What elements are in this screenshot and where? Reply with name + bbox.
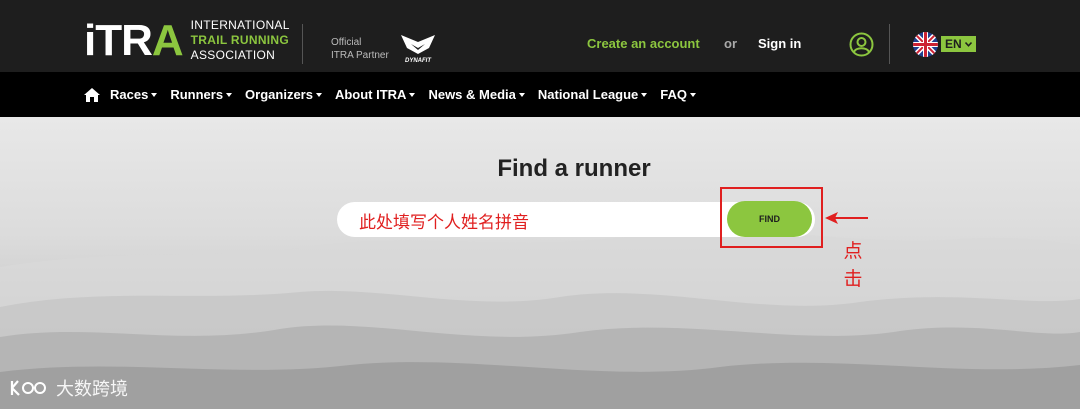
header-divider-right xyxy=(889,24,890,64)
logo-main-text: iTR xyxy=(84,15,153,65)
user-account-icon[interactable] xyxy=(849,32,874,57)
language-selector[interactable]: EN xyxy=(941,36,976,52)
top-header: iTR A INTERNATIONAL TRAIL RUNNING ASSOCIA… xyxy=(0,0,1080,72)
logo-tag-line2: TRAIL RUNNING xyxy=(190,33,290,47)
page-title: Find a runner xyxy=(497,155,651,182)
home-icon[interactable] xyxy=(84,87,100,102)
header-divider xyxy=(302,24,303,64)
watermark-text: 大数跨境 xyxy=(56,379,128,400)
nav-runners[interactable]: Runners xyxy=(170,87,233,102)
logo-tag-line3: ASSOCIATION xyxy=(190,48,276,62)
sign-in-link[interactable]: Sign in xyxy=(758,36,801,51)
logo-tagline: INTERNATIONAL TRAIL RUNNING ASSOCIATION xyxy=(191,18,290,63)
nav-organizers[interactable]: Organizers xyxy=(245,87,322,102)
logo-tag-line1: INTERNATIONAL xyxy=(190,18,290,32)
find-runner-hero: Find a runner FIND 点击 大数跨境 xyxy=(0,117,1080,409)
nav-faq[interactable]: FAQ xyxy=(660,87,697,102)
partner-label: Official ITRA Partner xyxy=(331,36,389,62)
logo-accent-text: A xyxy=(151,15,184,65)
itra-logo[interactable]: iTR A INTERNATIONAL TRAIL RUNNING ASSOCIA… xyxy=(84,18,290,63)
nav-national-league-label: National League xyxy=(537,87,639,102)
or-text: or xyxy=(724,36,737,51)
caret-down-icon xyxy=(690,92,697,97)
nav-news-media-label: News & Media xyxy=(428,87,516,102)
uk-flag-icon[interactable] xyxy=(913,32,938,57)
caret-down-icon xyxy=(315,92,322,97)
runner-name-input[interactable] xyxy=(359,209,719,231)
logo-wordmark: iTR A xyxy=(84,15,184,65)
nav-national-league[interactable]: National League xyxy=(537,87,648,102)
chevron-down-icon xyxy=(964,41,972,47)
partner-line1: Official xyxy=(331,37,362,48)
nav-organizers-label: Organizers xyxy=(245,87,313,102)
watermark-logo-icon xyxy=(10,380,46,396)
nav-about-itra-label: About ITRA xyxy=(334,87,407,102)
nav-about-itra[interactable]: About ITRA xyxy=(334,87,416,102)
nav-runners-label: Runners xyxy=(170,87,224,102)
nav-races[interactable]: Races xyxy=(110,87,158,102)
caret-down-icon xyxy=(151,92,158,97)
caret-down-icon xyxy=(518,92,525,97)
create-account-link[interactable]: Create an account xyxy=(587,36,700,51)
caret-down-icon xyxy=(409,92,416,97)
annotation-click-note: 点击 xyxy=(843,240,863,290)
caret-down-icon xyxy=(226,92,233,97)
language-label: EN xyxy=(945,37,962,51)
watermark: 大数跨境 xyxy=(8,375,128,401)
dynafit-logo-text: DYNAFIT xyxy=(405,58,432,64)
dynafit-logo-icon: DYNAFIT xyxy=(401,35,435,64)
nav-races-label: Races xyxy=(110,87,149,102)
caret-down-icon xyxy=(641,92,648,97)
annotation-highlight-box xyxy=(720,187,823,248)
annotation-arrow-icon xyxy=(825,212,868,224)
nav-faq-label: FAQ xyxy=(660,87,688,102)
nav-news-media[interactable]: News & Media xyxy=(428,87,525,102)
partner-line2: ITRA Partner xyxy=(331,50,389,61)
main-nav: Races Runners Organizers About ITRA News… xyxy=(0,72,1080,117)
